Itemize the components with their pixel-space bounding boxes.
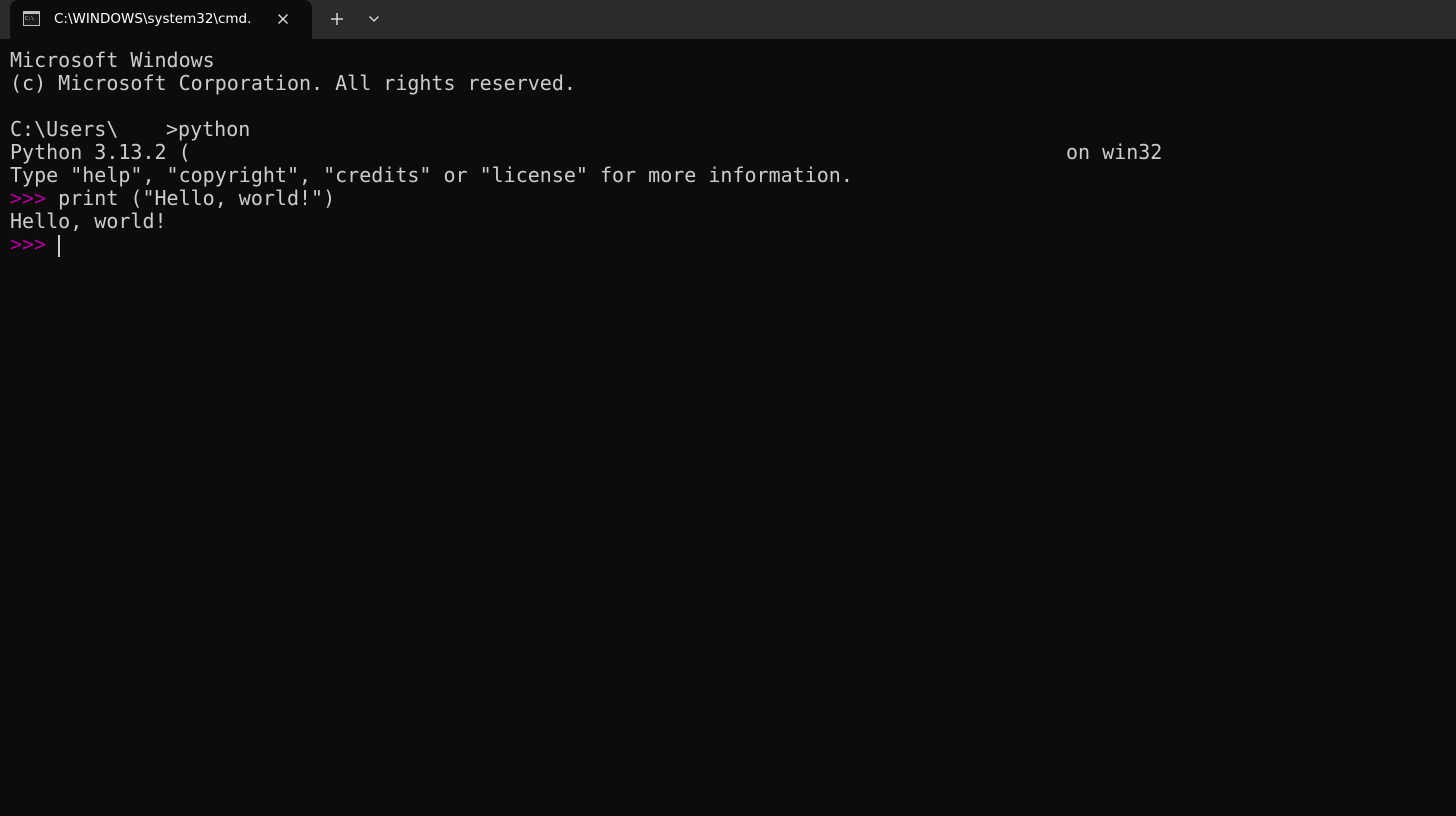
statement-text: print ("Hello, world!") [58, 186, 336, 210]
close-tab-button[interactable] [273, 9, 293, 29]
cwd-prefix: C:\Users\ [10, 117, 119, 141]
prompt: >>> [10, 186, 47, 210]
statement-line: >>> print ("Hello, world!") [10, 187, 1446, 210]
title-bar: C:\ C:\WINDOWS\system32\cmd. [0, 0, 1456, 39]
output-line: Hello, world! [10, 209, 167, 233]
banner-line-2: (c) Microsoft Corporation. All rights re… [10, 71, 576, 95]
console-output[interactable]: Microsoft Windows (c) Microsoft Corporat… [10, 49, 1446, 809]
text-cursor [58, 234, 61, 257]
tab-cmd[interactable]: C:\ C:\WINDOWS\system32\cmd. [10, 0, 312, 39]
close-icon [278, 14, 288, 24]
command-line: C:\Users\ >python [10, 118, 1446, 141]
input-line[interactable]: >>> [10, 232, 1446, 257]
svg-text:C:\: C:\ [25, 16, 34, 22]
banner-line-1: Microsoft Windows [10, 48, 215, 72]
chevron-down-icon [369, 16, 379, 22]
cmd-icon: C:\ [23, 11, 40, 26]
python-version: Python 3.13.2 ( [10, 140, 191, 164]
tab-dropdown-button[interactable] [362, 7, 386, 31]
python-version-line: Python 3.13.2 ( on win32 [10, 141, 1446, 164]
prompt: >>> [10, 232, 47, 256]
new-tab-button[interactable] [323, 7, 351, 31]
command-text: >python [166, 117, 251, 141]
tab-title: C:\WINDOWS\system32\cmd. [54, 11, 252, 27]
plus-icon [331, 13, 343, 25]
platform-text: on win32 [1066, 140, 1163, 164]
help-line: Type "help", "copyright", "credits" or "… [10, 163, 853, 187]
